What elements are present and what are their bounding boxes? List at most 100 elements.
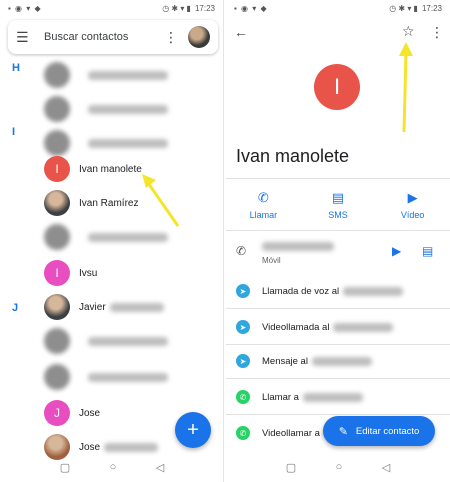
contact-row[interactable]: J Jose [44, 398, 100, 428]
home-nav-icon[interactable]: ○ [336, 461, 343, 473]
contact-name: Jose [79, 407, 101, 419]
contact-row[interactable]: Ivan Ramírez [44, 188, 138, 218]
back-nav-icon[interactable]: ◁ [156, 461, 164, 474]
contact-name: Jose [79, 441, 101, 453]
app-action-label: Videollamar a [262, 427, 320, 439]
contact-name: Ivan Ramírez [79, 197, 139, 209]
app-action-label: Mensaje al [262, 355, 308, 367]
status-right-icons: ◷ ✱ ▾ ▮ [389, 3, 418, 13]
divider [226, 178, 450, 179]
app-action-label: Llamada de voz al [262, 285, 340, 297]
contacts-list-screen: ▪ ◉ ▾ ◆ ◷ ✱ ▾ ▮ 17:23 ☰ Buscar contactos… [0, 0, 224, 482]
contact-avatar [44, 190, 70, 216]
video-action-button[interactable]: ▶ Vídeo [383, 190, 443, 220]
section-letter-i: I [12, 126, 16, 138]
telegram-action-row[interactable]: ➤ Videollamada al [226, 314, 450, 340]
contact-row[interactable] [44, 60, 168, 90]
contact-row[interactable] [44, 326, 168, 356]
divider [226, 414, 450, 415]
back-arrow-icon[interactable]: ← [234, 24, 248, 40]
contact-row[interactable] [44, 222, 168, 252]
search-bar[interactable]: ☰ Buscar contactos ⋮ [8, 20, 218, 54]
contact-row[interactable] [44, 362, 168, 392]
section-letter-h: H [12, 62, 20, 74]
telegram-action-row[interactable]: ➤ Mensaje al [226, 348, 450, 374]
status-time: 17:23 [421, 3, 442, 13]
telegram-action-row[interactable]: ➤ Llamada de voz al [226, 278, 450, 304]
telegram-icon: ➤ [236, 320, 250, 334]
account-avatar[interactable] [188, 26, 210, 48]
contact-avatar [44, 434, 70, 460]
video-icon: ▶ [407, 190, 418, 205]
arrow-annotation-star [399, 42, 413, 133]
redacted-text [311, 356, 372, 366]
more-options-icon[interactable]: ⋮ [430, 24, 444, 41]
contact-avatar [44, 328, 70, 354]
contact-row[interactable]: I Ivsu [44, 258, 97, 288]
telegram-icon: ➤ [236, 284, 250, 298]
android-nav-bar: ▢ ○ ◁ [226, 458, 450, 476]
contact-row[interactable] [44, 94, 168, 124]
video-action-label: Vídeo [400, 210, 425, 220]
divider [226, 230, 450, 231]
phone-number-row[interactable]: ✆ Móvil ▶ ▤ [226, 238, 450, 270]
contact-avatar [44, 364, 70, 390]
star-favorite-icon[interactable]: ☆ [402, 23, 415, 40]
status-bar: ▪ ◉ ▾ ◆ ◷ ✱ ▾ ▮ 17:23 [226, 0, 450, 16]
whatsapp-icon: ✆ [236, 426, 250, 440]
whatsapp-action-row[interactable]: ✆ Llamar a [226, 384, 450, 410]
video-call-icon[interactable]: ▶ [392, 244, 401, 258]
contact-name-title: Ivan manolete [236, 146, 350, 166]
add-contact-button[interactable]: + [175, 412, 211, 448]
redacted-text [333, 322, 394, 332]
contact-avatar [44, 62, 70, 88]
back-nav-icon[interactable]: ◁ [382, 461, 390, 474]
redacted-text [104, 442, 159, 452]
contact-avatar [44, 130, 70, 156]
recents-nav-icon[interactable]: ▢ [60, 461, 70, 474]
status-left-icons: ▪ ◉ ▾ ◆ [234, 3, 268, 13]
contact-avatar [44, 294, 70, 320]
contact-avatar: I [44, 156, 70, 182]
divider [226, 308, 450, 309]
contact-row[interactable]: I Ivan manolete [44, 154, 142, 184]
detail-toolbar: ← ☆ ⋮ [226, 23, 450, 48]
message-icon: ▤ [331, 190, 345, 205]
phone-icon: ✆ [257, 190, 269, 205]
menu-icon[interactable]: ☰ [16, 29, 32, 46]
home-nav-icon[interactable]: ○ [110, 461, 117, 473]
recents-nav-icon[interactable]: ▢ [286, 461, 296, 474]
contact-row[interactable]: Javier [44, 292, 164, 322]
contact-name: Javier [79, 301, 106, 313]
sms-action-button[interactable]: ▤ SMS [308, 190, 368, 220]
contact-name: Ivsu [79, 267, 98, 279]
redacted-text [88, 70, 168, 80]
contact-avatar: I [44, 260, 70, 286]
status-bar: ▪ ◉ ▾ ◆ ◷ ✱ ▾ ▮ 17:23 [0, 0, 223, 16]
telegram-icon: ➤ [236, 354, 250, 368]
whatsapp-icon: ✆ [236, 390, 250, 404]
contact-avatar [44, 224, 70, 250]
redacted-text [88, 104, 168, 114]
app-action-label: Llamar a [262, 391, 299, 403]
call-action-button[interactable]: ✆ Llamar [233, 190, 293, 220]
redacted-text [302, 392, 363, 402]
contact-avatar: I [314, 64, 360, 110]
status-time: 17:23 [194, 3, 215, 13]
edit-contact-button[interactable]: ✎ Editar contacto [323, 416, 435, 446]
contact-detail-screen: ▪ ◉ ▾ ◆ ◷ ✱ ▾ ▮ 17:23 ← ☆ ⋮ I Ivan manol… [226, 0, 450, 482]
divider [226, 378, 450, 379]
section-letter-j: J [12, 302, 19, 314]
sms-action-label: SMS [328, 210, 348, 220]
redacted-text [88, 372, 168, 382]
message-icon[interactable]: ▤ [422, 244, 433, 258]
search-input[interactable]: Buscar contactos [44, 31, 164, 43]
quick-actions: ✆ Llamar ▤ SMS ▶ Vídeo [226, 190, 450, 220]
redacted-text [88, 232, 168, 242]
phone-type-label: Móvil [262, 256, 281, 265]
edit-contact-label: Editar contacto [355, 425, 420, 437]
android-nav-bar: ▢ ○ ◁ [0, 458, 223, 476]
more-options-icon[interactable]: ⋮ [164, 29, 178, 46]
redacted-text [88, 138, 168, 148]
app-action-label: Videollamada al [262, 321, 330, 333]
